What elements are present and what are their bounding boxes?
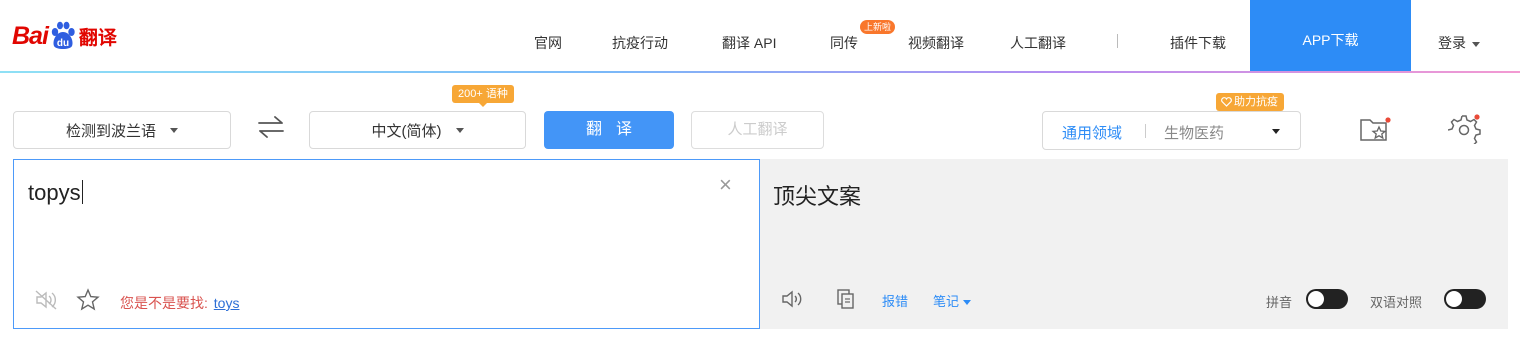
target-language-select[interactable]: 中文(简体) xyxy=(309,111,526,149)
nav-simultaneous[interactable]: 同传 xyxy=(830,33,858,53)
chevron-down-icon xyxy=(455,127,464,133)
nav-human-translate[interactable]: 人工翻译 xyxy=(1010,33,1066,53)
settings-gear-icon[interactable] xyxy=(1448,112,1482,144)
notes-label: 笔记 xyxy=(933,294,960,309)
language-count-badge: 200+ 语种 xyxy=(452,85,514,107)
baidu-paw-icon: du xyxy=(51,21,75,49)
domain-biomedical[interactable]: 生物医药 xyxy=(1164,122,1224,143)
anti-epidemic-badge: 助力抗疫 xyxy=(1216,93,1284,115)
close-icon[interactable]: × xyxy=(719,174,732,196)
toggle-knob xyxy=(1446,291,1462,307)
source-panel: topys × 您是不是要找: toys xyxy=(13,159,760,329)
translate-button[interactable]: 翻译 xyxy=(544,111,674,149)
speaker-icon[interactable] xyxy=(780,288,804,310)
notes-menu[interactable]: 笔记 xyxy=(933,291,972,310)
favorites-folder-icon[interactable] xyxy=(1359,114,1393,144)
logo-fanyi-text: 翻译 xyxy=(78,26,117,49)
chevron-down-icon xyxy=(1472,41,1480,47)
baidu-translate-logo[interactable]: Bai du 翻译 xyxy=(12,14,117,58)
source-language-label: 检测到波兰语 xyxy=(65,122,156,140)
new-badge: 上新啦 xyxy=(860,20,896,34)
domain-general[interactable]: 通用领域 xyxy=(1062,122,1122,143)
bilingual-toggle[interactable] xyxy=(1444,289,1486,309)
pinyin-toggle[interactable] xyxy=(1306,289,1348,309)
pinyin-label: 拼音 xyxy=(1266,295,1293,310)
source-language-select[interactable]: 检测到波兰语 xyxy=(13,111,231,149)
source-text-input[interactable]: topys xyxy=(28,180,83,206)
result-panel: 顶尖文案 报错 笔记 拼音 双语对照 xyxy=(760,159,1508,329)
domain-divider xyxy=(1145,124,1146,138)
nav-translate-api[interactable]: 翻译 API xyxy=(722,33,776,53)
speaker-muted-icon[interactable] xyxy=(34,289,58,311)
logo-du-text: du xyxy=(57,38,69,49)
human-translate-button[interactable]: 人工翻译 xyxy=(691,111,824,149)
app-download-label: APP下载 xyxy=(1302,32,1359,48)
nav-official-site[interactable]: 官网 xyxy=(534,33,562,53)
caret-down-icon xyxy=(963,300,972,306)
suggestion-link[interactable]: toys xyxy=(214,295,240,311)
text-cursor xyxy=(81,180,83,204)
nav-anti-epidemic[interactable]: 抗疫行动 xyxy=(612,33,668,53)
domain-select[interactable]: 通用领域 生物医药 xyxy=(1042,111,1301,150)
toggle-knob xyxy=(1308,291,1324,307)
chevron-down-icon xyxy=(170,127,178,133)
chevron-down-icon xyxy=(1272,129,1280,134)
source-text: topys xyxy=(28,180,81,205)
login-label: 登录 xyxy=(1438,35,1466,51)
nav-gradient-line xyxy=(0,71,1520,73)
app-download-button[interactable]: APP下载 xyxy=(1250,0,1411,72)
nav-plugin-download[interactable]: 插件下载 xyxy=(1170,33,1226,53)
nav-divider xyxy=(1117,34,1118,48)
target-language-label: 中文(简体) xyxy=(371,122,442,140)
login-menu[interactable]: 登录 xyxy=(1438,33,1480,53)
report-error-link[interactable]: 报错 xyxy=(882,291,908,310)
logo-bai-text: Bai xyxy=(12,21,49,50)
star-icon[interactable] xyxy=(76,288,100,312)
anti-epidemic-label: 助力抗疫 xyxy=(1234,96,1278,108)
swap-languages-icon[interactable] xyxy=(256,116,286,138)
translation-result: 顶尖文案 xyxy=(773,184,862,209)
copy-icon[interactable] xyxy=(836,288,856,310)
nav-video-translate[interactable]: 视频翻译 xyxy=(908,33,964,53)
bilingual-label: 双语对照 xyxy=(1370,295,1423,310)
top-nav: Bai du 翻译 官网 抗疫行动 翻译 API 同传 上新啦 视频翻译 人工翻… xyxy=(0,0,1520,73)
did-you-mean-label: 您是不是要找: xyxy=(120,295,208,311)
did-you-mean: 您是不是要找: toys xyxy=(120,293,239,313)
heart-icon xyxy=(1221,97,1232,107)
